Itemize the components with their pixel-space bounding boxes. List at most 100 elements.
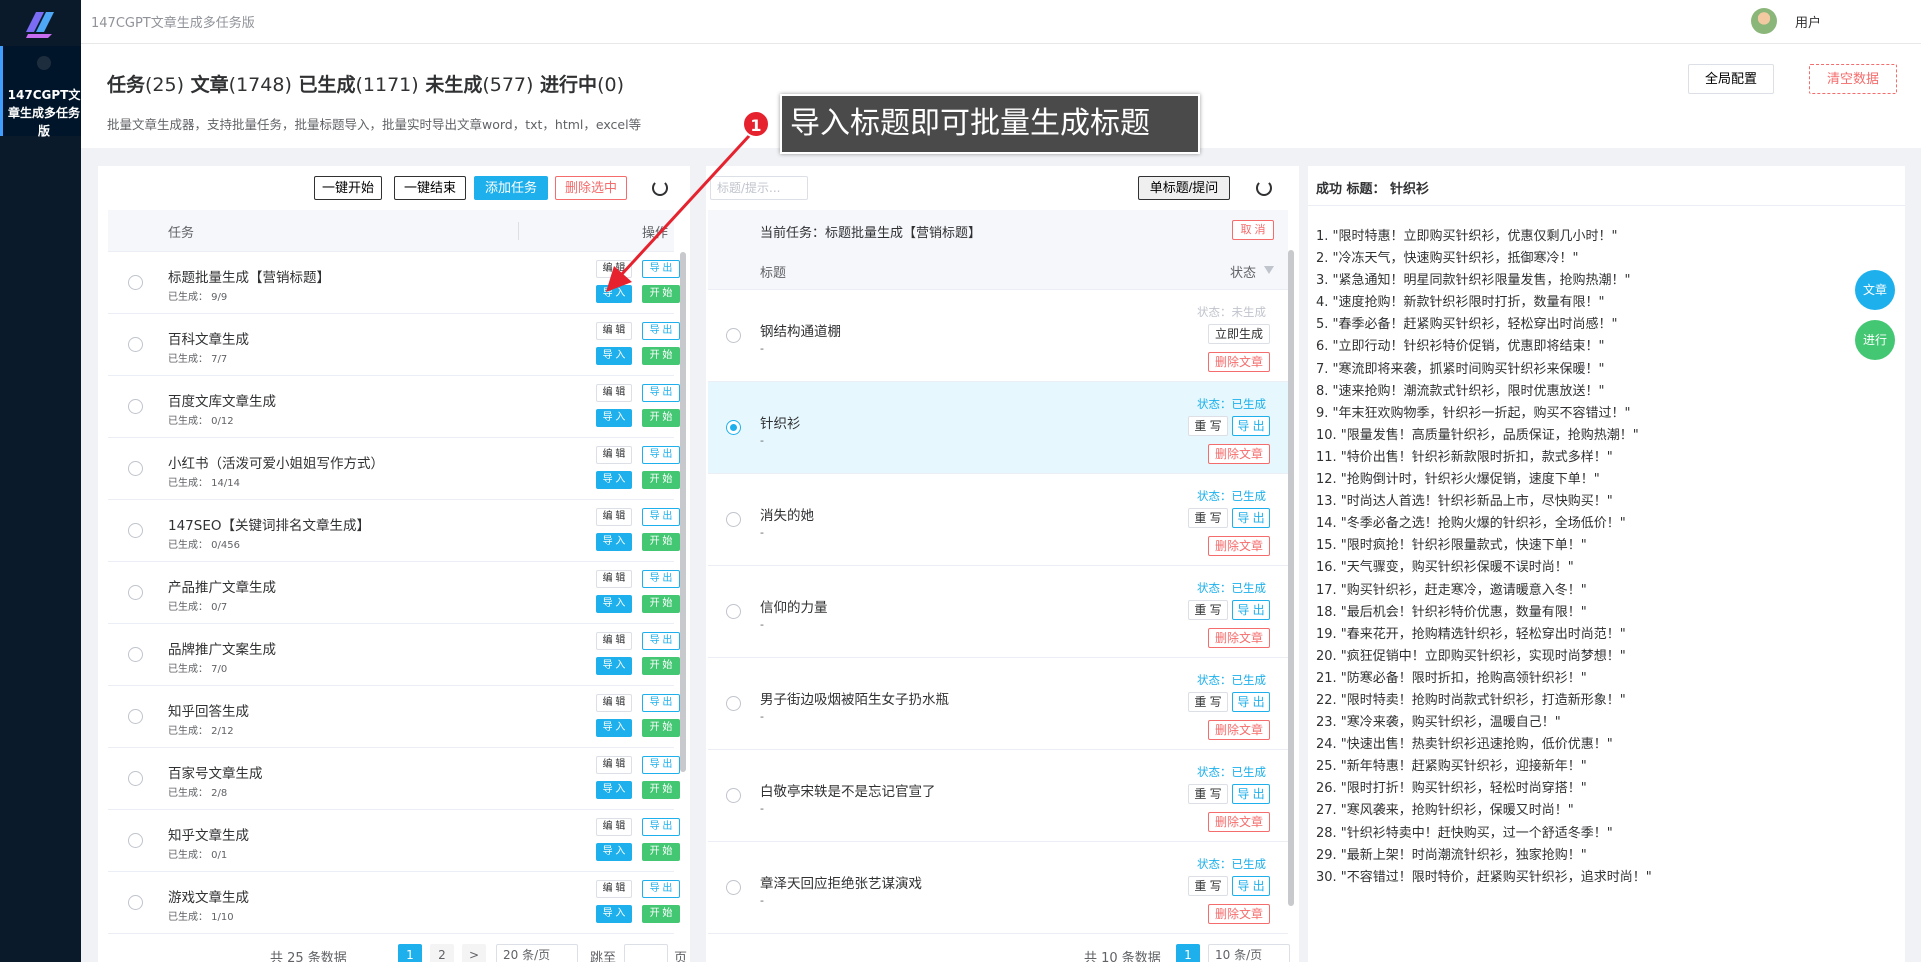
task-row[interactable]: 知乎文章生成 已生成： 0/1 编 辑导 出导 入开 始	[108, 810, 680, 872]
import-titles-button[interactable]: 导 入	[596, 595, 632, 613]
edit-task-button[interactable]: 编 辑	[596, 880, 632, 898]
start-task-button[interactable]: 开 始	[642, 905, 680, 923]
sidebar-item-multitask[interactable]: 147CGPT文章生成多任务版	[0, 46, 81, 138]
article-select-radio[interactable]	[726, 512, 741, 527]
rewrite-button[interactable]: 重 写	[1188, 416, 1228, 436]
delete-article-button[interactable]: 删除文章	[1208, 352, 1270, 372]
task-row[interactable]: 标题批量生成【营销标题】 已生成： 9/9 编 辑导 出导 入开 始	[108, 252, 680, 314]
rewrite-button[interactable]: 重 写	[1188, 692, 1228, 712]
task-row[interactable]: 百科文章生成 已生成： 7/7 编 辑导 出导 入开 始	[108, 314, 680, 376]
refresh-icon[interactable]	[1256, 180, 1272, 196]
edit-task-button[interactable]: 编 辑	[596, 694, 632, 712]
delete-article-button[interactable]: 删除文章	[1208, 536, 1270, 556]
export-article-button[interactable]: 导 出	[1232, 508, 1270, 528]
single-title-button[interactable]: 单标题/提问	[1138, 176, 1230, 200]
article-list-scrollbar[interactable]	[1288, 250, 1294, 906]
task-select-radio[interactable]	[128, 399, 143, 414]
article-row[interactable]: 针织衫 - 状态：已生成重 写导 出删除文章	[708, 382, 1288, 474]
export-task-button[interactable]: 导 出	[642, 508, 680, 526]
export-article-button[interactable]: 导 出	[1232, 416, 1270, 436]
import-titles-button[interactable]: 导 入	[596, 409, 632, 427]
import-titles-button[interactable]: 导 入	[596, 719, 632, 737]
start-task-button[interactable]: 开 始	[642, 409, 680, 427]
export-task-button[interactable]: 导 出	[642, 446, 680, 464]
page-size-select[interactable]: 20 条/页	[496, 944, 578, 962]
import-titles-button[interactable]: 导 入	[596, 905, 632, 923]
start-task-button[interactable]: 开 始	[642, 719, 680, 737]
import-titles-button[interactable]: 导 入	[596, 533, 632, 551]
export-task-button[interactable]: 导 出	[642, 880, 680, 898]
article-row[interactable]: 男子街边吸烟被陌生女子扔水瓶 - 状态：已生成重 写导 出删除文章	[708, 658, 1288, 750]
task-row[interactable]: 品牌推广文案生成 已生成： 7/0 编 辑导 出导 入开 始	[108, 624, 680, 686]
rewrite-button[interactable]: 重 写	[1188, 508, 1228, 528]
title-search-input[interactable]: 标题/提示...	[710, 176, 808, 200]
edit-task-button[interactable]: 编 辑	[596, 384, 632, 402]
article-row[interactable]: 信仰的力量 - 状态：已生成重 写导 出删除文章	[708, 566, 1288, 658]
jump-page-input[interactable]	[624, 944, 668, 962]
export-task-button[interactable]: 导 出	[642, 818, 680, 836]
article-row[interactable]: 章泽天回应拒绝张艺谋演戏 - 状态：已生成重 写导 出删除文章	[708, 842, 1288, 934]
delete-article-button[interactable]: 删除文章	[1208, 628, 1270, 648]
export-task-button[interactable]: 导 出	[642, 694, 680, 712]
task-row[interactable]: 百家号文章生成 已生成： 2/8 编 辑导 出导 入开 始	[108, 748, 680, 810]
task-row[interactable]: 小红书（活泼可爱小姐姐写作方式） 已生成： 14/14 编 辑导 出导 入开 始	[108, 438, 680, 500]
start-task-button[interactable]: 开 始	[642, 657, 680, 675]
export-task-button[interactable]: 导 出	[642, 384, 680, 402]
start-task-button[interactable]: 开 始	[642, 595, 680, 613]
edit-task-button[interactable]: 编 辑	[596, 260, 632, 278]
task-select-radio[interactable]	[128, 709, 143, 724]
avatar[interactable]	[1751, 8, 1777, 34]
start-task-button[interactable]: 开 始	[642, 471, 680, 489]
export-task-button[interactable]: 导 出	[642, 322, 680, 340]
task-row[interactable]: 百度文库文章生成 已生成： 0/12 编 辑导 出导 入开 始	[108, 376, 680, 438]
edit-task-button[interactable]: 编 辑	[596, 446, 632, 464]
import-titles-button[interactable]: 导 入	[596, 347, 632, 365]
task-row[interactable]: 产品推广文章生成 已生成： 0/7 编 辑导 出导 入开 始	[108, 562, 680, 624]
refresh-icon[interactable]	[652, 180, 668, 196]
export-article-button[interactable]: 导 出	[1232, 876, 1270, 896]
start-task-button[interactable]: 开 始	[642, 285, 680, 303]
article-select-radio[interactable]	[726, 604, 741, 619]
article-select-radio[interactable]	[726, 328, 741, 343]
delete-article-button[interactable]: 删除文章	[1208, 812, 1270, 832]
page-2-button[interactable]: 2	[430, 944, 454, 962]
rewrite-button[interactable]: 重 写	[1188, 784, 1228, 804]
export-task-button[interactable]: 导 出	[642, 570, 680, 588]
task-row[interactable]: 游戏文章生成 已生成： 1/10 编 辑导 出导 入开 始	[108, 872, 680, 934]
task-select-radio[interactable]	[128, 833, 143, 848]
task-row[interactable]: 知乎回答生成 已生成： 2/12 编 辑导 出导 入开 始	[108, 686, 680, 748]
article-select-radio[interactable]	[726, 880, 741, 895]
progress-float-button[interactable]: 进行	[1855, 320, 1895, 360]
filter-icon[interactable]	[1264, 266, 1274, 274]
start-all-button[interactable]: 一键开始	[314, 176, 382, 200]
start-task-button[interactable]: 开 始	[642, 781, 680, 799]
delete-article-button[interactable]: 删除文章	[1208, 720, 1270, 740]
article-row[interactable]: 钢结构通道棚 - 状态：未生成 立即生成 删除文章	[708, 290, 1288, 382]
task-select-radio[interactable]	[128, 337, 143, 352]
task-select-radio[interactable]	[128, 461, 143, 476]
start-task-button[interactable]: 开 始	[642, 843, 680, 861]
task-list-scrollbar[interactable]	[680, 252, 686, 772]
task-select-radio[interactable]	[128, 523, 143, 538]
rewrite-button[interactable]: 重 写	[1188, 876, 1228, 896]
generate-now-button[interactable]: 立即生成	[1208, 324, 1270, 344]
edit-task-button[interactable]: 编 辑	[596, 322, 632, 340]
article-select-radio[interactable]	[726, 788, 741, 803]
import-titles-button[interactable]: 导 入	[596, 657, 632, 675]
delete-article-button[interactable]: 删除文章	[1208, 444, 1270, 464]
edit-task-button[interactable]: 编 辑	[596, 756, 632, 774]
global-config-button[interactable]: 全局配置	[1688, 64, 1774, 94]
task-select-radio[interactable]	[128, 275, 143, 290]
article-select-radio[interactable]	[726, 420, 741, 435]
task-select-radio[interactable]	[128, 647, 143, 662]
edit-task-button[interactable]: 编 辑	[596, 818, 632, 836]
article-float-button[interactable]: 文章	[1855, 270, 1895, 310]
export-task-button[interactable]: 导 出	[642, 756, 680, 774]
import-titles-button[interactable]: 导 入	[596, 471, 632, 489]
export-task-button[interactable]: 导 出	[642, 632, 680, 650]
task-row[interactable]: 147SEO【关键词排名文章生成】 已生成： 0/456 编 辑导 出导 入开 始	[108, 500, 680, 562]
import-titles-button[interactable]: 导 入	[596, 285, 632, 303]
edit-task-button[interactable]: 编 辑	[596, 508, 632, 526]
export-task-button[interactable]: 导 出	[642, 260, 680, 278]
article-row[interactable]: 白敬亭宋轶是不是忘记官宣了 - 状态：已生成重 写导 出删除文章	[708, 750, 1288, 842]
